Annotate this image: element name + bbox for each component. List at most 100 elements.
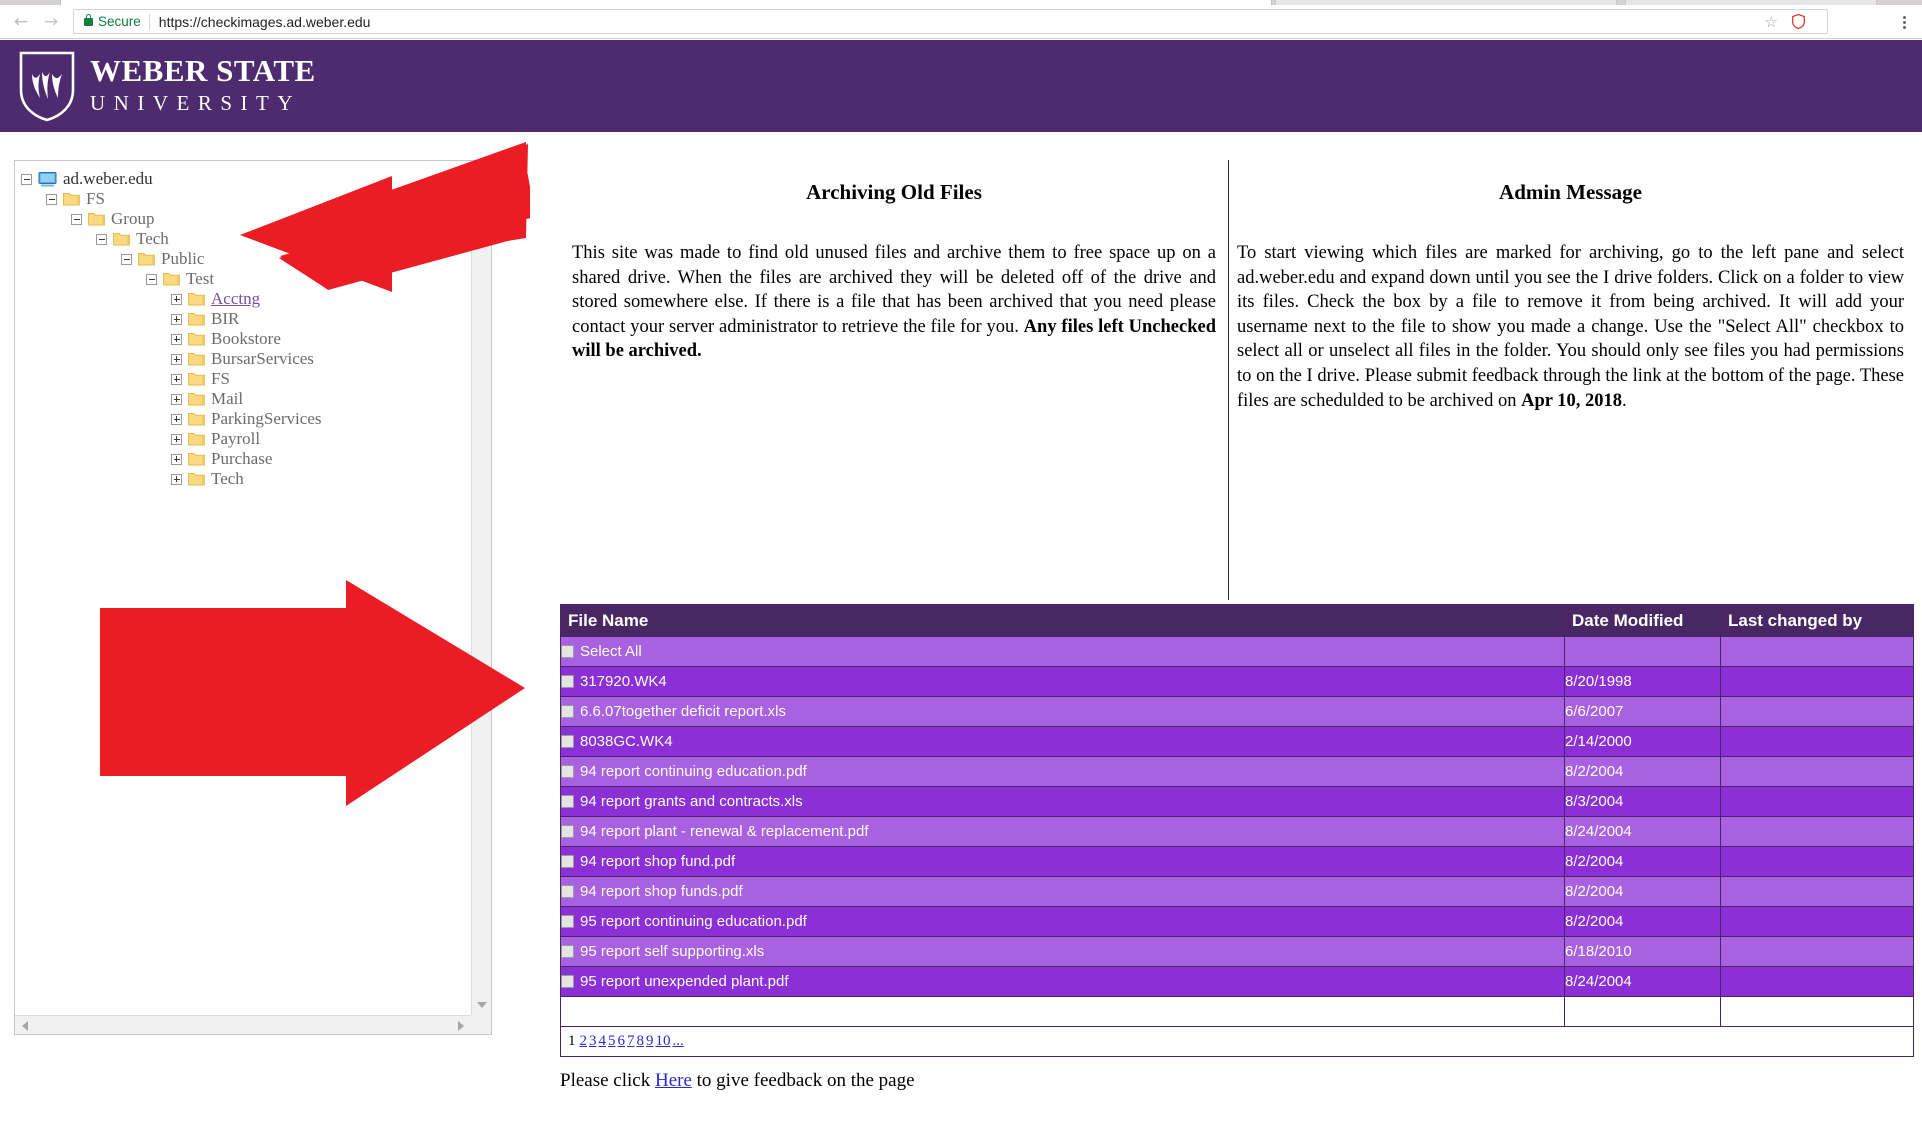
tree-item-fs[interactable]: FS [15, 369, 470, 389]
tree-item-parkingservices[interactable]: ParkingServices [15, 409, 470, 429]
tree-item-label: Tech [136, 229, 169, 248]
last-changed-by-cell [1720, 696, 1914, 727]
back-arrow-icon[interactable]: ← [6, 7, 36, 37]
browser-navbar: ← → ↻ Secure https://checkimages.ad.webe… [0, 5, 1922, 39]
column-header-date-modified[interactable]: Date Modified [1564, 604, 1721, 637]
expand-plus-icon[interactable] [171, 353, 182, 365]
collapse-minus-icon[interactable] [21, 173, 32, 185]
scroll-left-icon[interactable] [22, 1021, 28, 1031]
file-checkbox[interactable] [561, 885, 574, 898]
expand-plus-icon[interactable] [171, 453, 182, 465]
tree-item-acctng[interactable]: Acctng [15, 289, 470, 309]
pagination-page-link[interactable]: ... [673, 1033, 684, 1049]
collapse-minus-icon[interactable] [46, 193, 57, 205]
tree-horizontal-scrollbar[interactable] [15, 1015, 471, 1034]
tree-item-label: Test [186, 269, 215, 288]
expand-plus-icon[interactable] [171, 413, 182, 425]
pagination-page-link[interactable]: 10 [656, 1033, 671, 1049]
collapse-minus-icon[interactable] [146, 273, 157, 285]
folder-icon [188, 313, 205, 326]
tree-item-bookstore[interactable]: Bookstore [15, 329, 470, 349]
file-checkbox[interactable] [561, 945, 574, 958]
pagination-page-link[interactable]: 7 [627, 1033, 635, 1049]
last-changed-by-cell [1720, 726, 1914, 757]
file-checkbox[interactable] [561, 855, 574, 868]
scroll-right-icon[interactable] [458, 1021, 464, 1031]
tree-item-ad-weber-edu[interactable]: ad.weber.edu [15, 169, 470, 189]
expand-plus-icon[interactable] [171, 473, 182, 485]
date-modified-cell: 8/20/1998 [1564, 666, 1721, 697]
tree-item-label: ParkingServices [211, 409, 322, 428]
info-panels: Archiving Old Files This site was made t… [560, 160, 1912, 600]
file-list-table: File Name Date Modified Last changed by … [560, 604, 1914, 1057]
date-modified-cell: 8/2/2004 [1564, 876, 1721, 907]
address-bar[interactable]: Secure https://checkimages.ad.weber.edu … [73, 9, 1828, 34]
file-checkbox[interactable] [561, 825, 574, 838]
expand-plus-icon[interactable] [171, 333, 182, 345]
collapse-minus-icon[interactable] [121, 253, 132, 265]
select-all-checkbox[interactable] [561, 645, 574, 658]
scroll-down-icon[interactable] [477, 1002, 487, 1008]
chrome-menu-icon[interactable] [1895, 12, 1913, 32]
pagination-page-link[interactable]: 6 [618, 1033, 626, 1049]
feedback-link[interactable]: Here [655, 1070, 692, 1091]
site-header: WEBER STATE UNIVERSITY [0, 40, 1922, 132]
expand-plus-icon[interactable] [171, 433, 182, 445]
shield-extension-icon[interactable] [1792, 14, 1805, 29]
expand-plus-icon[interactable] [171, 313, 182, 325]
tree-item-mail[interactable]: Mail [15, 389, 470, 409]
folder-icon [188, 472, 211, 486]
tree-item-tech[interactable]: Tech [15, 469, 470, 489]
pagination-page-link[interactable]: 5 [608, 1033, 616, 1049]
date-modified-cell: 6/18/2010 [1564, 936, 1721, 967]
tree-item-payroll[interactable]: Payroll [15, 429, 470, 449]
file-checkbox[interactable] [561, 735, 574, 748]
file-checkbox[interactable] [561, 765, 574, 778]
tree-item-bursarservices[interactable]: BursarServices [15, 349, 470, 369]
tree-item-group[interactable]: Group [15, 209, 470, 229]
date-modified-cell: 2/14/2000 [1564, 726, 1721, 757]
file-name-cell: 94 report continuing education.pdf [560, 756, 1565, 787]
omnibox-divider [148, 13, 150, 30]
collapse-minus-icon[interactable] [96, 233, 107, 245]
pagination-page-link[interactable]: 2 [580, 1033, 588, 1049]
weber-state-logo[interactable]: WEBER STATE UNIVERSITY [18, 50, 316, 122]
expand-plus-icon[interactable] [171, 293, 182, 305]
file-checkbox[interactable] [561, 675, 574, 688]
tree-vertical-scrollbar[interactable] [471, 161, 491, 1015]
pagination-page-link[interactable]: 3 [589, 1033, 597, 1049]
column-header-last-changed-by[interactable]: Last changed by [1720, 604, 1914, 637]
expand-plus-icon[interactable] [171, 393, 182, 405]
forward-arrow-icon[interactable]: → [36, 7, 66, 37]
tree-item-bir[interactable]: BIR [15, 309, 470, 329]
pagination-page-link[interactable]: 9 [646, 1033, 654, 1049]
tree-item-purchase[interactable]: Purchase [15, 449, 470, 469]
file-checkbox[interactable] [561, 915, 574, 928]
tree-item-label[interactable]: Acctng [211, 289, 260, 309]
wordmark-line-1: WEBER STATE [90, 53, 316, 89]
expand-plus-icon[interactable] [171, 373, 182, 385]
file-name-label: 94 report grants and contracts.xls [580, 793, 803, 810]
collapse-minus-icon[interactable] [71, 213, 82, 225]
tree-item-label: BIR [211, 309, 240, 328]
tree-item-fs[interactable]: FS [15, 189, 470, 209]
file-checkbox[interactable] [561, 975, 574, 988]
tree-item-tech[interactable]: Tech [15, 229, 470, 249]
tree-item-test[interactable]: Test [15, 269, 470, 289]
pagination-page-link[interactable]: 4 [599, 1033, 607, 1049]
date-modified-cell: 8/3/2004 [1564, 786, 1721, 817]
folder-icon [188, 393, 205, 406]
pagination-page-link[interactable]: 8 [637, 1033, 645, 1049]
wordmark-line-2: UNIVERSITY [90, 90, 301, 115]
scroll-up-icon[interactable] [477, 168, 487, 174]
bookmark-star-icon[interactable]: ☆ [1765, 13, 1778, 31]
secure-label: Secure [98, 14, 141, 29]
table-row: 94 report shop fund.pdf 8/2/2004 [560, 846, 1914, 877]
folder-icon [188, 412, 211, 426]
date-modified-cell: 8/24/2004 [1564, 816, 1721, 847]
file-checkbox[interactable] [561, 795, 574, 808]
column-header-file-name[interactable]: File Name [560, 604, 1565, 637]
select-all-cell: Select All [560, 636, 1565, 667]
tree-item-public[interactable]: Public [15, 249, 470, 269]
file-checkbox[interactable] [561, 705, 574, 718]
